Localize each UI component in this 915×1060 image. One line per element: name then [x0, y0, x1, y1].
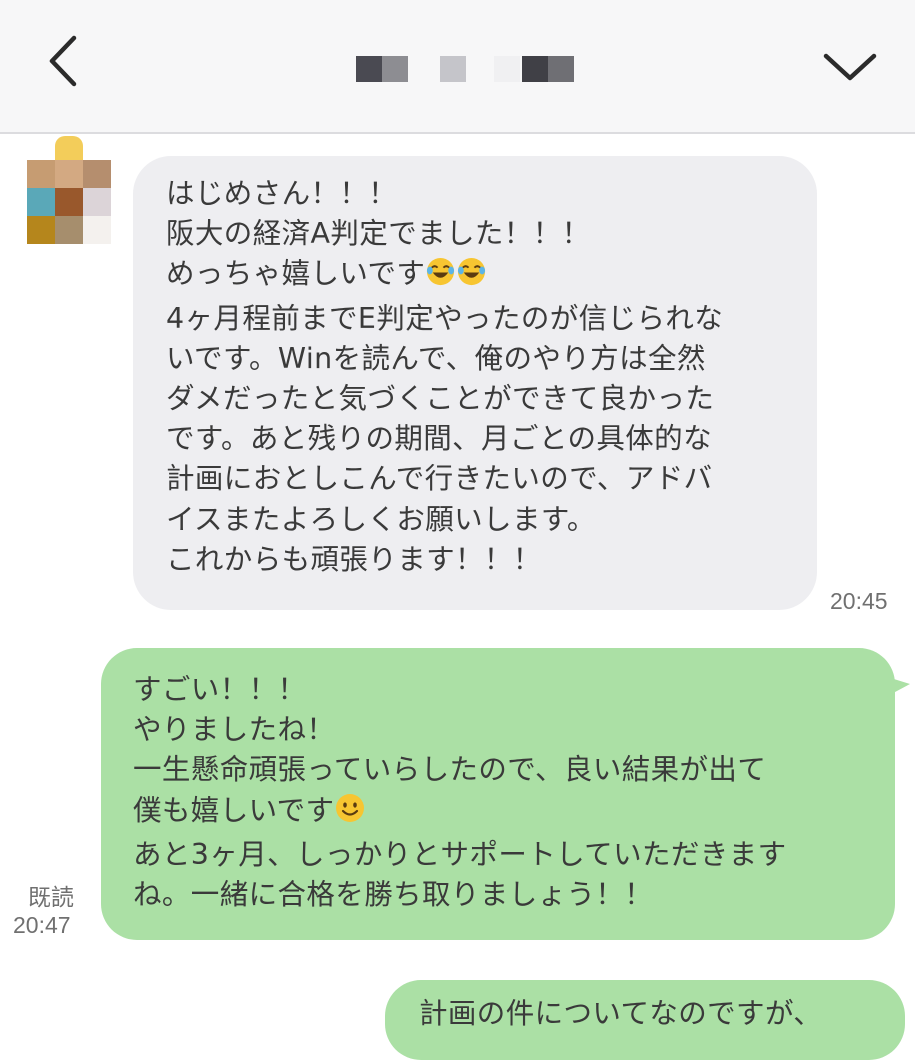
- message-line-with-emoji: 僕も嬉しいです: [133, 791, 786, 835]
- menu-toggle-button[interactable]: [818, 44, 882, 88]
- message-line-with-emoji: めっちゃ嬉しいです: [166, 254, 723, 298]
- outgoing-message-bubble[interactable]: すごい！！！ やりましたね！ 一生懸命頑張っていらしたので、良い結果が出て 僕も…: [101, 648, 895, 940]
- message-line: ね。一緒に合格を勝ち取りましょう！！: [133, 878, 654, 912]
- message-line: イスまたよろしくお願いします。: [166, 502, 596, 536]
- message-line: ダメだったと気づくことができて良かった: [166, 382, 715, 416]
- message-line: 4ヶ月程前までE判定やったのが信じられな: [166, 301, 724, 335]
- read-receipt: 既読: [28, 884, 74, 910]
- message-text: 計画の件についてなのですが、: [419, 994, 822, 1034]
- message-line: すごい！！！: [133, 673, 307, 706]
- message-text: はじめさん！！！ 阪大の経済A判定でました！！！ めっちゃ嬉しいです 4ヶ月程前…: [166, 174, 723, 580]
- message-line: 一生懸命頑張っていらしたので、良い結果が出て: [133, 753, 767, 787]
- chat-header: [0, 0, 915, 134]
- incoming-message-bubble[interactable]: はじめさん！！！ 阪大の経済A判定でました！！！ めっちゃ嬉しいです 4ヶ月程前…: [133, 156, 817, 610]
- message-text: すごい！！！ やりましたね！ 一生懸命頑張っていらしたので、良い結果が出て 僕も…: [133, 670, 786, 915]
- face-with-tears-of-joy-icon: [425, 256, 456, 298]
- back-button[interactable]: [40, 30, 90, 90]
- chevron-left-icon: [49, 35, 77, 87]
- message-line: やりましたね！: [133, 713, 336, 747]
- message-line: 阪大の経済A判定でました！！！: [166, 217, 591, 251]
- bubble-tail: [884, 676, 910, 698]
- face-with-tears-of-joy-icon: [456, 256, 487, 298]
- contact-name-blurred: [356, 56, 578, 82]
- message-line: あと3ヶ月、しっかりとサポートしていただきます: [133, 837, 787, 871]
- message-timestamp: 20:47: [13, 912, 71, 938]
- message-line: これからも頑張ります！！！: [166, 542, 542, 576]
- chevron-down-icon: [823, 53, 877, 81]
- outgoing-message-bubble[interactable]: 計画の件についてなのですが、: [385, 980, 905, 1060]
- smiling-face-icon: [334, 792, 366, 835]
- sender-avatar[interactable]: [27, 136, 111, 246]
- message-line: いです。Winを読んで、俺のやり方は全然: [166, 341, 706, 375]
- message-line: 計画の件についてなのですが、: [419, 997, 823, 1030]
- message-line: です。あと残りの期間、月ごとの具体的な: [166, 422, 712, 456]
- message-timestamp: 20:45: [830, 588, 888, 614]
- message-line: はじめさん！！！: [166, 177, 398, 210]
- message-line: 計画におとしこんで行きたいので、アドバ: [166, 462, 713, 496]
